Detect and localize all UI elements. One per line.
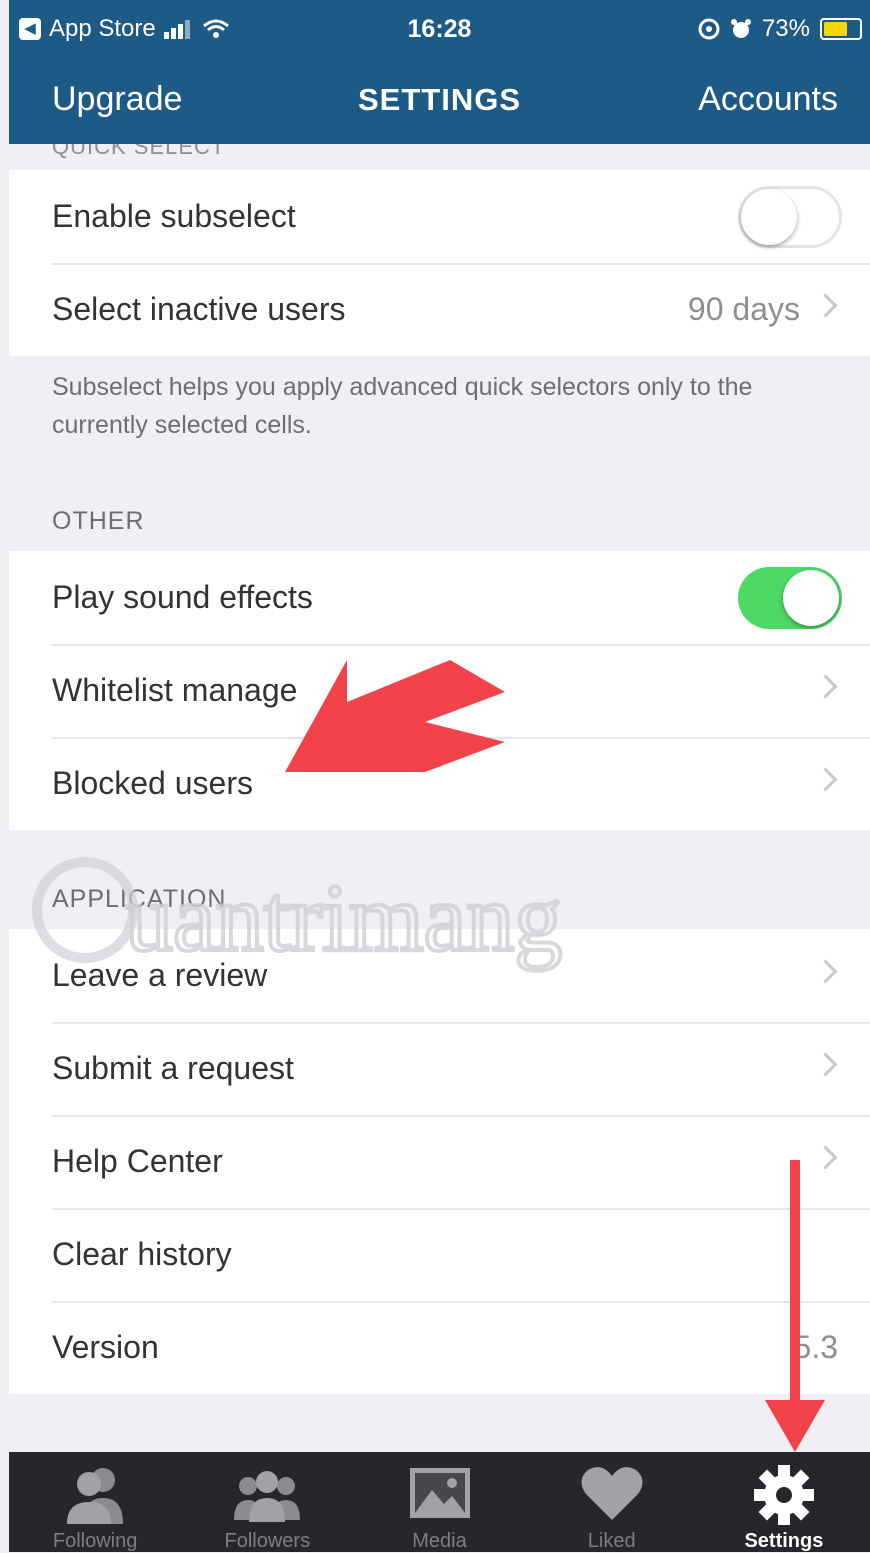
- enable-subselect-toggle[interactable]: [738, 186, 842, 248]
- version-label: Version: [52, 1329, 159, 1365]
- tab-following[interactable]: Following: [9, 1452, 181, 1552]
- enable-subselect-label: Enable subselect: [52, 198, 296, 234]
- tab-followers[interactable]: Followers: [181, 1452, 353, 1552]
- blocked-users-label: Blocked users: [52, 765, 253, 801]
- chevron-right-icon: [813, 959, 838, 984]
- application-header: APPLICATION: [52, 885, 227, 913]
- top-bar: ◀ App Store 16:28 73% Upgrade SETTINGS A…: [9, 0, 870, 144]
- tab-liked[interactable]: Liked: [526, 1452, 698, 1552]
- subselect-footnote: Subselect helps you apply advanced quick…: [52, 373, 753, 439]
- leave-review-label: Leave a review: [52, 957, 268, 993]
- chevron-right-icon: [813, 293, 838, 318]
- status-bar: ◀ App Store 16:28 73%: [9, 0, 870, 62]
- gear-icon: [753, 1465, 814, 1525]
- play-sound-label: Play sound effects: [52, 579, 313, 615]
- image-icon: [409, 1468, 470, 1518]
- quick-select-group: Enable subselect Select inactive users 9…: [9, 170, 870, 356]
- chevron-right-icon: [813, 767, 838, 792]
- quick-select-header: QUICK SELECT: [52, 144, 226, 159]
- accounts-button[interactable]: Accounts: [698, 80, 838, 119]
- nav-bar: Upgrade SETTINGS Accounts: [9, 62, 870, 144]
- application-group: Leave a review Submit a request Help Cen…: [9, 929, 870, 1394]
- select-inactive-users-label: Select inactive users: [52, 291, 346, 327]
- tab-media[interactable]: Media: [353, 1452, 525, 1552]
- submit-request-row[interactable]: Submit a request: [9, 1022, 870, 1115]
- tab-label: Settings: [744, 1530, 824, 1552]
- tab-label: Followers: [224, 1530, 311, 1552]
- tab-label: Following: [52, 1530, 138, 1552]
- alarm-icon: [730, 19, 751, 38]
- location-lock-icon: [698, 18, 720, 40]
- enable-subselect-row: Enable subselect: [9, 170, 870, 263]
- play-sound-row: Play sound effects: [9, 551, 870, 644]
- version-row: Version 5.3: [9, 1301, 870, 1394]
- person-icon: [67, 1468, 124, 1524]
- play-sound-toggle[interactable]: [738, 567, 842, 629]
- section-header-peek: QUICK SELECT: [9, 144, 870, 168]
- submit-request-label: Submit a request: [52, 1050, 294, 1086]
- annotation-arrow-icon: [285, 660, 505, 772]
- tab-label: Media: [412, 1530, 467, 1552]
- tab-settings[interactable]: Settings: [698, 1452, 870, 1552]
- battery-icon: [820, 18, 862, 40]
- toggle-knob: [783, 570, 839, 626]
- tab-label: Liked: [587, 1530, 636, 1552]
- annotation-down-arrow-icon: [765, 1160, 825, 1452]
- help-center-label: Help Center: [52, 1143, 223, 1179]
- chevron-right-icon: [813, 674, 838, 699]
- chevron-right-icon: [813, 1052, 838, 1077]
- people-icon: [234, 1471, 301, 1522]
- battery-percent: 73%: [761, 15, 810, 42]
- battery-fill: [824, 22, 847, 36]
- leave-review-row[interactable]: Leave a review: [9, 929, 870, 1022]
- clear-history-label: Clear history: [52, 1236, 232, 1272]
- select-inactive-users-row[interactable]: Select inactive users 90 days: [9, 263, 870, 356]
- heart-icon: [581, 1467, 643, 1520]
- toggle-knob: [741, 189, 797, 245]
- status-right: 73%: [698, 15, 862, 43]
- tab-bar: Following Followers Media Liked Settings: [9, 1452, 870, 1552]
- whitelist-label: Whitelist manage: [52, 672, 298, 708]
- clear-history-row[interactable]: Clear history: [9, 1208, 870, 1301]
- other-header: OTHER: [52, 507, 145, 535]
- help-center-row[interactable]: Help Center: [9, 1115, 870, 1208]
- inactive-days-value: 90 days: [687, 291, 800, 327]
